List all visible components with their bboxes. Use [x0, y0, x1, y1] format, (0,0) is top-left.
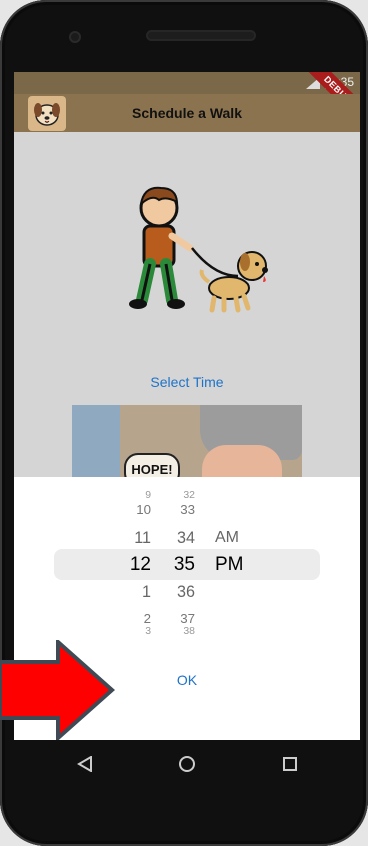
- recents-icon[interactable]: [276, 750, 304, 778]
- ok-button[interactable]: OK: [164, 667, 210, 693]
- promo-image: HOPE!: [72, 405, 302, 477]
- minute-option[interactable]: 35: [174, 554, 195, 576]
- dog-walk-illustration: [129, 186, 268, 313]
- back-icon[interactable]: [71, 750, 99, 778]
- period-option[interactable]: AM: [215, 527, 239, 549]
- app-bar: Schedule a Walk: [14, 94, 360, 132]
- hour-option[interactable]: 10: [136, 499, 151, 521]
- minute-option[interactable]: 33: [180, 499, 195, 521]
- phone-frame: 12:35 DEBUG Schedule a Walk: [0, 0, 368, 846]
- status-bar: 12:35: [14, 72, 360, 94]
- minute-option[interactable]: 34: [177, 527, 195, 549]
- select-time-link[interactable]: Select Time: [14, 374, 360, 390]
- red-arrow-annotation: [0, 640, 115, 740]
- minute-option[interactable]: 38: [183, 621, 195, 637]
- home-icon[interactable]: [173, 750, 201, 778]
- earpiece-speaker: [146, 30, 256, 41]
- speech-bubble: HOPE!: [124, 453, 180, 477]
- hour-option[interactable]: 12: [130, 554, 151, 576]
- system-nav-bar: [14, 740, 360, 786]
- period-option[interactable]: PM: [215, 554, 244, 576]
- hour-option[interactable]: 11: [134, 527, 151, 549]
- page-title: Schedule a Walk: [132, 105, 242, 121]
- time-picker[interactable]: 9 10 11 12 1 2 3 32 33 34 35 36 37 38 AM PM: [14, 487, 360, 637]
- minute-option[interactable]: 36: [177, 581, 195, 603]
- hour-option[interactable]: 3: [145, 621, 151, 637]
- hour-option[interactable]: 1: [142, 581, 151, 603]
- front-camera: [69, 31, 81, 43]
